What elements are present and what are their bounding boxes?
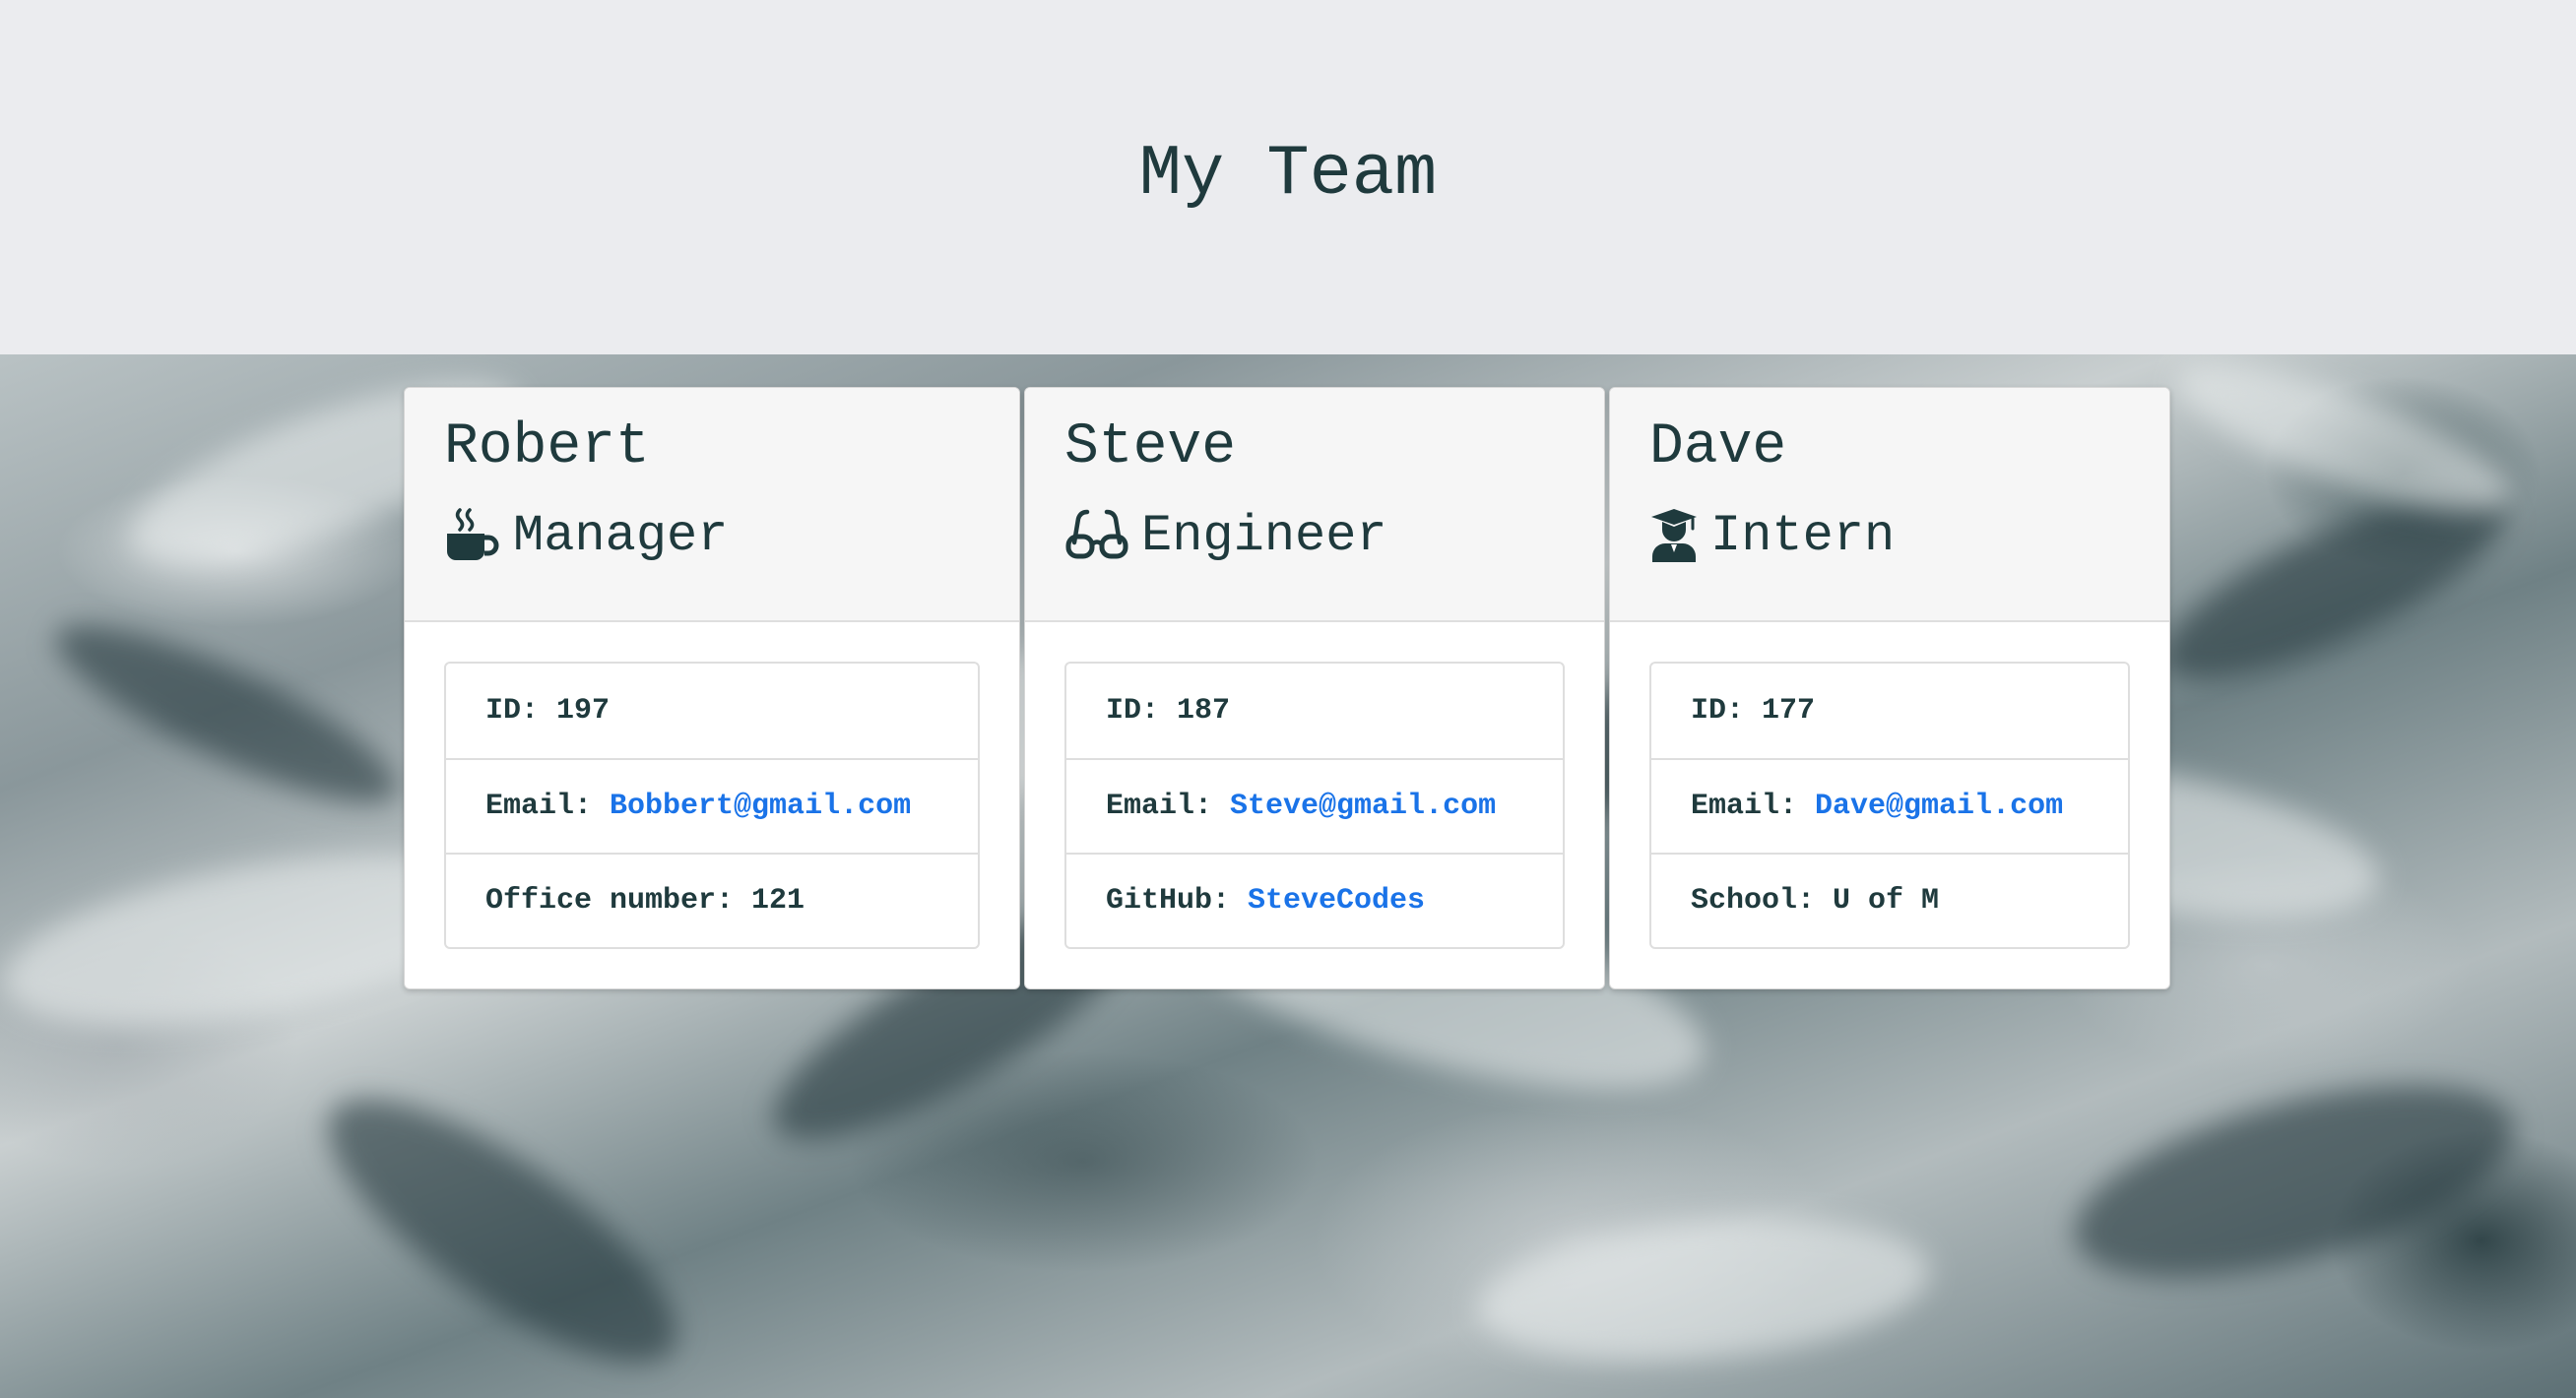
info-item-email: Email: Dave@gmail.com bbox=[1651, 758, 2128, 853]
info-item-id: ID: 187 bbox=[1066, 664, 1563, 758]
info-list: ID: 187 Email: Steve@gmail.com GitHub: S… bbox=[1064, 662, 1565, 949]
card-body: ID: 177 Email: Dave@gmail.com School: U … bbox=[1610, 622, 2169, 988]
email-label: Email: bbox=[485, 790, 611, 823]
id-label: ID: bbox=[485, 694, 557, 728]
card-header: Steve Engineer bbox=[1025, 388, 1604, 622]
role-label: Manager bbox=[513, 506, 729, 565]
card-body: ID: 197 Email: Bobbert@gmail.com Office … bbox=[405, 622, 1019, 988]
employee-card-engineer: Steve Engineer ID: 187 Email: Steve@gmai bbox=[1024, 387, 1605, 989]
info-list: ID: 177 Email: Dave@gmail.com School: U … bbox=[1649, 662, 2130, 949]
email-link[interactable]: Dave@gmail.com bbox=[1815, 790, 2063, 823]
info-list: ID: 197 Email: Bobbert@gmail.com Office … bbox=[444, 662, 980, 949]
id-value: 187 bbox=[1177, 694, 1231, 728]
github-label: GitHub: bbox=[1106, 884, 1249, 918]
card-header: Dave Intern bbox=[1610, 388, 2169, 622]
school-value: U of M bbox=[1833, 884, 1940, 918]
role-label: Intern bbox=[1710, 506, 1896, 565]
employee-name: Steve bbox=[1064, 415, 1237, 479]
id-value: 197 bbox=[556, 694, 611, 728]
page-title: My Team bbox=[1138, 134, 1438, 215]
info-item-email: Email: Steve@gmail.com bbox=[1066, 758, 1563, 853]
employee-name: Robert bbox=[444, 415, 650, 479]
glasses-icon bbox=[1064, 507, 1129, 564]
email-label: Email: bbox=[1106, 790, 1231, 823]
employee-role: Manager bbox=[444, 504, 980, 567]
employee-role: Engineer bbox=[1064, 504, 1565, 567]
id-label: ID: bbox=[1106, 694, 1178, 728]
info-item-school: School: U of M bbox=[1651, 853, 2128, 947]
coffee-mug-icon bbox=[444, 507, 501, 564]
id-value: 177 bbox=[1762, 694, 1816, 728]
employee-card-intern: Dave Intern ID: 177 Email: Dave@gmail.co bbox=[1609, 387, 2170, 989]
info-item-email: Email: Bobbert@gmail.com bbox=[446, 758, 978, 853]
role-label: Engineer bbox=[1141, 506, 1387, 565]
card-body: ID: 187 Email: Steve@gmail.com GitHub: S… bbox=[1025, 622, 1604, 988]
graduate-icon bbox=[1649, 507, 1699, 564]
employee-role: Intern bbox=[1649, 504, 2130, 567]
email-label: Email: bbox=[1691, 790, 1816, 823]
email-link[interactable]: Steve@gmail.com bbox=[1230, 790, 1496, 823]
employee-name: Dave bbox=[1649, 415, 1787, 479]
github-link[interactable]: SteveCodes bbox=[1248, 884, 1425, 918]
info-item-office-number: Office number: 121 bbox=[446, 853, 978, 947]
email-link[interactable]: Bobbert@gmail.com bbox=[610, 790, 911, 823]
card-header: Robert Manager bbox=[405, 388, 1019, 622]
office-number-value: 121 bbox=[751, 884, 805, 918]
school-label: School: bbox=[1691, 884, 1834, 918]
office-number-label: Office number: bbox=[485, 884, 752, 918]
info-item-id: ID: 177 bbox=[1651, 664, 2128, 758]
team-cards: Robert Manager ID: 197 Email: Bobbert@gm… bbox=[404, 387, 2170, 989]
info-item-github: GitHub: SteveCodes bbox=[1066, 853, 1563, 947]
info-item-id: ID: 197 bbox=[446, 664, 978, 758]
page-header: My Team bbox=[0, 0, 2576, 354]
id-label: ID: bbox=[1691, 694, 1763, 728]
employee-card-manager: Robert Manager ID: 197 Email: Bobbert@gm… bbox=[404, 387, 1020, 989]
